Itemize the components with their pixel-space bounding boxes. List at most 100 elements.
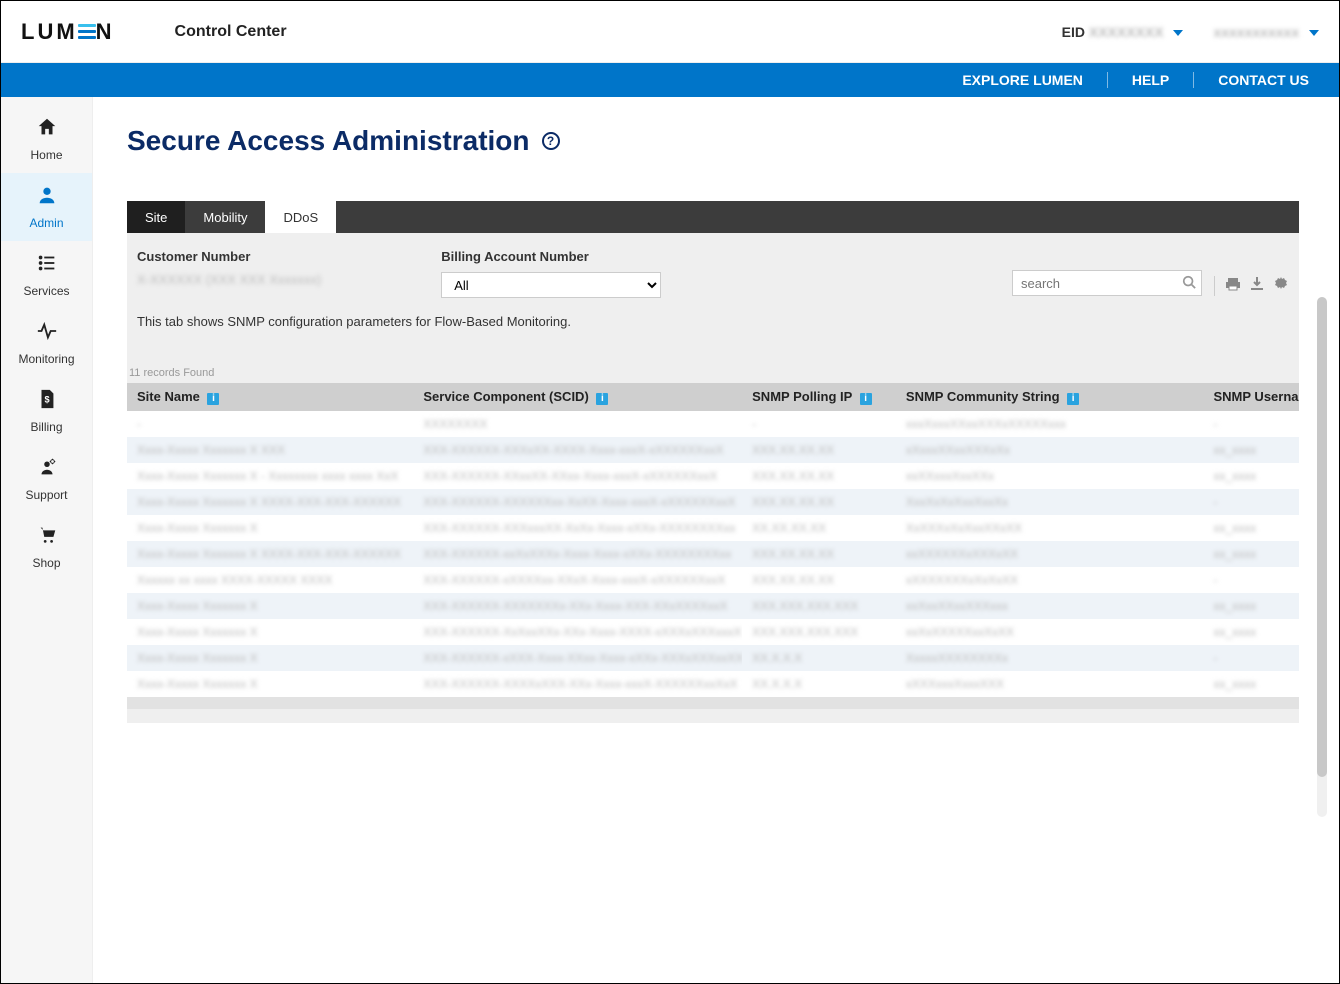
cell-ip: XXX.XX.XX.XX bbox=[742, 437, 896, 463]
horizontal-scrollbar[interactable] bbox=[127, 697, 1299, 709]
cell-ip: XXX.XX.XX.XX bbox=[742, 463, 896, 489]
eid-dropdown[interactable]: EID XXXXXXXX bbox=[1062, 24, 1184, 40]
cell-user: - bbox=[1204, 567, 1300, 593]
page-title: Secure Access Administration ? bbox=[127, 125, 1299, 157]
cell-scid: XXX-XXXXXX-xxXxXXXx-Xxxx-Xxxx-xXXx-XXXXX… bbox=[413, 541, 742, 567]
cell-community: xxxXxxxXXxxXXXxXXXXXxxx bbox=[896, 411, 1204, 437]
help-icon[interactable]: ? bbox=[542, 132, 560, 150]
billing-account-label: Billing Account Number bbox=[441, 249, 661, 264]
table-row[interactable]: Xxxx-Xxxxx Xxxxxxx X - Xxxxxxxx xxxx xxx… bbox=[127, 463, 1299, 489]
table-row[interactable]: -XXXXXXXX-xxxXxxxXXxxXXXxXXXXXxxx- bbox=[127, 411, 1299, 437]
sidebar: Home Admin Services Monitoring $Billing Suppo… bbox=[1, 97, 93, 983]
cell-community: xXXXXXXXxXxXxXX bbox=[896, 567, 1204, 593]
cell-user: xx_xxxx bbox=[1204, 463, 1300, 489]
contact-link[interactable]: CONTACT US bbox=[1193, 72, 1309, 88]
table-row[interactable]: Xxxx-Xxxxx Xxxxxxx X XXXX-XXX-XXX-XXXXXX… bbox=[127, 541, 1299, 567]
billing-account-select[interactable]: All bbox=[441, 272, 661, 298]
table-row[interactable]: Xxxx-Xxxxx Xxxxxxx XXXX-XXXXXX-XxXxxXXx-… bbox=[127, 619, 1299, 645]
column-header[interactable]: SNMP Community String i bbox=[896, 383, 1204, 411]
eid-label: EID bbox=[1062, 24, 1085, 40]
table-row[interactable]: Xxxx-Xxxxx Xxxxxxx XXXX-XXXXXX-xXXX-Xxxx… bbox=[127, 645, 1299, 671]
cell-site: Xxxx-Xxxxx Xxxxxxx X bbox=[127, 619, 413, 645]
sidebar-item-shop[interactable]: Shop bbox=[1, 513, 92, 581]
cell-user: - bbox=[1204, 645, 1300, 671]
column-header[interactable]: SNMP Userna bbox=[1204, 383, 1300, 411]
table-row[interactable]: Xxxx-Xxxxx Xxxxxxx X XXXXXX-XXXXXX-XXXxX… bbox=[127, 437, 1299, 463]
table-row[interactable]: Xxxx-Xxxxx Xxxxxxx XXXX-XXXXXX-XXXXXXXx-… bbox=[127, 593, 1299, 619]
table-row[interactable]: Xxxx-Xxxxx Xxxxxxx XXXX-XXXXXX-XXXXxXXX-… bbox=[127, 671, 1299, 697]
tab-mobility[interactable]: Mobility bbox=[185, 201, 265, 233]
cell-scid: XXX-XXXXXX-XXXXXXxx-XxXX-Xxxx-xxxX-xXXXX… bbox=[413, 489, 742, 515]
cell-user: - bbox=[1204, 489, 1300, 515]
info-icon[interactable]: i bbox=[207, 393, 219, 405]
cell-ip: XXX.XX.XX.XX bbox=[742, 489, 896, 515]
download-icon[interactable] bbox=[1249, 276, 1265, 296]
cell-scid: XXX-XXXXXX-xXXX-Xxxx-XXxx-Xxxx-xXXx-XXXx… bbox=[413, 645, 742, 671]
sidebar-item-label: Shop bbox=[32, 556, 60, 570]
sidebar-item-monitoring[interactable]: Monitoring bbox=[1, 309, 92, 377]
logo-e-icon bbox=[78, 23, 96, 41]
info-icon[interactable]: i bbox=[596, 393, 608, 405]
cell-site: Xxxx-Xxxxx Xxxxxxx X XXXX-XXX-XXX-XXXXXX bbox=[127, 541, 413, 567]
cell-community: xxXXxxxXxxXXx bbox=[896, 463, 1204, 489]
sidebar-item-admin[interactable]: Admin bbox=[1, 173, 92, 241]
snmp-table: Site Name iService Component (SCID) iSNM… bbox=[127, 383, 1299, 697]
gear-user-icon bbox=[36, 456, 58, 484]
explore-link[interactable]: EXPLORE LUMEN bbox=[962, 72, 1083, 88]
table-row[interactable]: Xxxx-Xxxxx Xxxxxxx X XXXX-XXX-XXX-XXXXXX… bbox=[127, 489, 1299, 515]
cell-user: xx_xxxx bbox=[1204, 515, 1300, 541]
home-icon bbox=[36, 116, 58, 144]
sidebar-item-label: Home bbox=[30, 148, 62, 162]
help-link[interactable]: HELP bbox=[1107, 72, 1169, 88]
sidebar-item-home[interactable]: Home bbox=[1, 105, 92, 173]
table-row[interactable]: Xxxx-Xxxxx Xxxxxxx XXXX-XXXXXX-XXXxxxXX-… bbox=[127, 515, 1299, 541]
pulse-icon bbox=[36, 320, 58, 348]
cell-user: xx_xxxx bbox=[1204, 541, 1300, 567]
column-header[interactable]: Site Name i bbox=[127, 383, 413, 411]
info-icon[interactable]: i bbox=[1067, 393, 1079, 405]
chevron-down-icon bbox=[1173, 30, 1183, 36]
info-icon[interactable]: i bbox=[860, 393, 872, 405]
sidebar-item-support[interactable]: Support bbox=[1, 445, 92, 513]
cell-scid: XXX-XXXXXX-XXXXxXXX-XXx-Xxxx-xxxX-XXXXXX… bbox=[413, 671, 742, 697]
column-header[interactable]: Service Component (SCID) i bbox=[413, 383, 742, 411]
cell-site: Xxxx-Xxxxx Xxxxxxx X bbox=[127, 645, 413, 671]
bill-icon: $ bbox=[36, 388, 58, 416]
tab-description: This tab shows SNMP configuration parame… bbox=[127, 308, 1299, 347]
cell-ip: XX.X.X.X bbox=[742, 671, 896, 697]
page-title-text: Secure Access Administration bbox=[127, 125, 530, 157]
table-row[interactable]: Xxxxxx xx xxxx XXXX-XXXXX XXXXXXX-XXXXXX… bbox=[127, 567, 1299, 593]
sidebar-item-label: Support bbox=[25, 488, 67, 502]
cell-scid: XXXXXXXX bbox=[413, 411, 742, 437]
search-icon[interactable] bbox=[1182, 275, 1196, 292]
sidebar-item-services[interactable]: Services bbox=[1, 241, 92, 309]
user-dropdown[interactable]: xxxxxxxxxxx bbox=[1213, 24, 1319, 40]
print-icon[interactable] bbox=[1225, 276, 1241, 296]
content-area: Secure Access Administration ? SiteMobil… bbox=[93, 97, 1339, 983]
scrollbar-thumb[interactable] bbox=[1317, 297, 1327, 777]
sidebar-item-label: Monitoring bbox=[18, 352, 74, 366]
customer-number-label: Customer Number bbox=[137, 249, 321, 264]
list-icon bbox=[36, 252, 58, 280]
topbar: LUMN Control Center EID XXXXXXXX xxxxxxx… bbox=[1, 1, 1339, 63]
cell-community: xXXXxxxXxxxXXX bbox=[896, 671, 1204, 697]
username: xxxxxxxxxxx bbox=[1213, 24, 1299, 40]
tab-ddos[interactable]: DDoS bbox=[265, 201, 336, 233]
search-input[interactable] bbox=[1012, 270, 1202, 296]
cell-scid: XXX-XXXXXX-XXxxXX-XXxx-Xxxx-xxxX-xXXXXXX… bbox=[413, 463, 742, 489]
svg-text:$: $ bbox=[44, 395, 49, 405]
cell-site: Xxxx-Xxxxx Xxxxxxx X - Xxxxxxxx xxxx xxx… bbox=[127, 463, 413, 489]
sidebar-item-billing[interactable]: $Billing bbox=[1, 377, 92, 445]
cell-user: xx_xxxx bbox=[1204, 437, 1300, 463]
chevron-down-icon bbox=[1309, 30, 1319, 36]
cell-ip: XXX.XX.XX.XX bbox=[742, 567, 896, 593]
vertical-scrollbar[interactable] bbox=[1317, 297, 1327, 817]
tabs: SiteMobilityDDoS bbox=[127, 201, 1299, 233]
cell-ip: XX.X.X.X bbox=[742, 645, 896, 671]
column-header[interactable]: SNMP Polling IP i bbox=[742, 383, 896, 411]
sidebar-item-label: Services bbox=[23, 284, 69, 298]
brand-logo[interactable]: LUMN bbox=[21, 19, 115, 45]
cell-scid: XXX-XXXXXX-XXXxxxXX-XxXx-Xxxx-xXXx-XXXXX… bbox=[413, 515, 742, 541]
settings-icon[interactable] bbox=[1273, 276, 1289, 296]
tab-site[interactable]: Site bbox=[127, 201, 185, 233]
